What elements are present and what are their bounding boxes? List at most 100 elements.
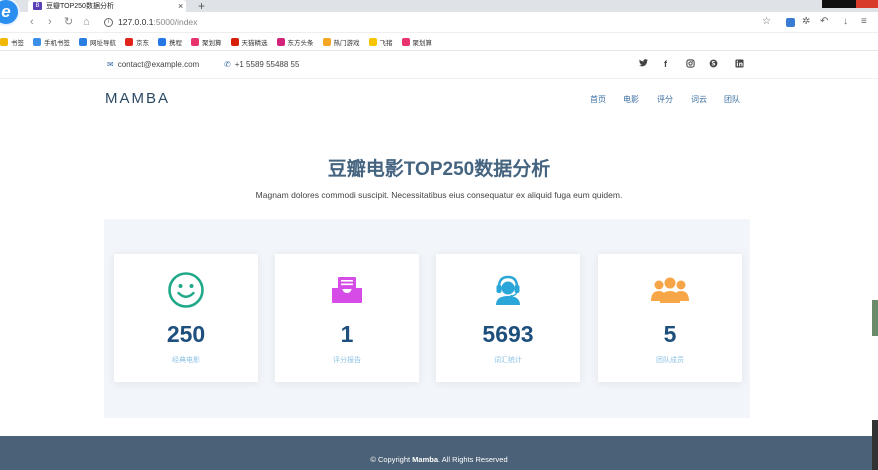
- bookmark-label: 手机书签: [44, 39, 70, 47]
- download-icon[interactable]: ↓: [843, 16, 848, 28]
- tab-close-icon[interactable]: ×: [178, 1, 183, 11]
- scrollbar-thumb[interactable]: [872, 300, 878, 336]
- home-icon[interactable]: ⌂: [83, 16, 90, 28]
- stat-label[interactable]: 评分报告: [275, 355, 419, 365]
- tab-title: 豆瓣TOP250数据分析: [46, 3, 114, 10]
- bookmark-icon: [33, 37, 41, 46]
- bookmark-icon: [158, 37, 166, 46]
- site-logo[interactable]: MAMBA: [105, 90, 170, 107]
- footer: © Copyright Mamba. All Rights Reserved: [0, 436, 878, 470]
- stat-number: 5: [663, 321, 677, 347]
- undo-icon[interactable]: ↶: [820, 16, 828, 28]
- window-close-button[interactable]: [856, 0, 878, 8]
- stat-label[interactable]: 团队成员: [598, 355, 742, 365]
- site-info-icon[interactable]: i: [104, 18, 113, 27]
- linkedin-icon[interactable]: [735, 59, 744, 70]
- nav-movies[interactable]: 电影: [623, 94, 639, 105]
- puzzle-icon[interactable]: ✲: [802, 16, 810, 28]
- facebook-icon[interactable]: f: [664, 59, 667, 69]
- tab-favicon: B: [33, 2, 42, 10]
- url-host: 127.0.0.1: [118, 17, 154, 27]
- bookmark-label: 京东: [136, 39, 149, 47]
- stat-card-reports: 1 评分报告: [275, 254, 419, 382]
- bookmark-icon: [401, 37, 410, 46]
- twitter-icon[interactable]: [639, 59, 648, 69]
- bookmarks-bar: 书签 手机书签 网址导航 京东 携程 聚划算 天猫精选 东方头条 热门游戏 飞猪 聚划算: [0, 33, 878, 51]
- stat-number: 1: [340, 321, 354, 347]
- stat-number: 250: [166, 321, 206, 347]
- bookmark-label: 热门游戏: [333, 39, 360, 47]
- stat-card-team: 5 团队成员: [598, 254, 742, 382]
- bookmark-label: 聚划算: [202, 39, 222, 47]
- top-bar: ✉ contact@example.com ✆ +1 5589 55488 55…: [0, 51, 878, 79]
- bookmark-item[interactable]: 东方头条: [276, 37, 314, 47]
- bookmark-label: 携程: [169, 39, 182, 47]
- bookmark-icon: [125, 37, 133, 46]
- bookmark-item[interactable]: 京东: [125, 37, 149, 47]
- bookmark-label: 飞猪: [379, 39, 393, 47]
- section-title: 豆瓣电影TOP250数据分析: [327, 159, 551, 180]
- browser-tab[interactable]: B 豆瓣TOP250数据分析 ×: [28, 0, 186, 12]
- bookmark-item[interactable]: 天猫精选: [230, 37, 268, 47]
- url-field[interactable]: 127.0.0.1:5000/index: [118, 17, 197, 27]
- envelope-icon: ✉: [107, 60, 114, 69]
- bookmark-icon: [322, 37, 331, 46]
- bookmark-item[interactable]: 热门游戏: [322, 37, 360, 47]
- address-bar: ‹ › ↻ ⌂ i 127.0.0.1:5000/index ☆ ✲ ↶ ↓ ≡: [0, 12, 878, 33]
- skype-icon[interactable]: S: [709, 59, 718, 70]
- instagram-icon[interactable]: [686, 59, 695, 70]
- site-header: MAMBA 首页 电影 评分 词云 团队: [0, 80, 878, 120]
- menu-icon[interactable]: ≡: [861, 16, 867, 28]
- stat-label[interactable]: 词汇统计: [436, 355, 580, 365]
- nav-home[interactable]: 首页: [590, 94, 606, 105]
- bookmark-item[interactable]: 聚划算: [191, 37, 222, 47]
- nav-wordcloud[interactable]: 词云: [691, 94, 707, 105]
- copyright: © Copyright Mamba. All Rights Reserved: [0, 455, 878, 464]
- copyright-brand: Mamba: [412, 455, 438, 464]
- url-path: :5000/index: [153, 17, 198, 27]
- team-icon: [598, 270, 742, 310]
- bookmark-icon: [79, 37, 87, 46]
- copyright-prefix: © Copyright: [370, 455, 413, 464]
- stat-label[interactable]: 经典电影: [114, 355, 258, 365]
- bookmark-item[interactable]: 网址导航: [79, 37, 116, 47]
- bookmark-star-icon[interactable]: ☆: [762, 16, 771, 28]
- extension-icon[interactable]: [786, 18, 795, 27]
- copyright-suffix: . All Rights Reserved: [438, 455, 508, 464]
- bookmark-icon: [230, 37, 239, 46]
- bookmark-label: 书签: [11, 39, 24, 47]
- stat-card-words: 5693 词汇统计: [436, 254, 580, 382]
- bookmark-label: 网址导航: [90, 39, 116, 47]
- inbox-icon: [275, 270, 419, 310]
- bookmark-item[interactable]: 聚划算: [401, 37, 433, 47]
- smiley-icon: [114, 270, 258, 310]
- bookmark-icon: [0, 37, 8, 46]
- section-subtitle: Magnam dolores commodi suscipit. Necessi…: [255, 190, 623, 200]
- bookmark-item[interactable]: 手机书签: [33, 37, 70, 47]
- bookmark-item[interactable]: 书签: [0, 37, 24, 47]
- browser-tab-strip: B 豆瓣TOP250数据分析 × +: [0, 0, 878, 13]
- bookmark-icon: [276, 37, 285, 46]
- svg-text:S: S: [711, 61, 715, 67]
- nav-ratings[interactable]: 评分: [657, 94, 673, 105]
- window-controls: [822, 0, 856, 8]
- bookmark-label: 东方头条: [287, 39, 314, 47]
- scrollbar-track[interactable]: [872, 420, 878, 470]
- phone-text: +1 5589 55488 55: [234, 60, 300, 69]
- phone-icon: ✆: [224, 60, 231, 69]
- bookmark-item[interactable]: 携程: [158, 37, 182, 47]
- contact-phone[interactable]: ✆ +1 5589 55488 55: [224, 60, 299, 69]
- contact-email[interactable]: ✉ contact@example.com: [107, 60, 199, 69]
- nav-team[interactable]: 团队: [724, 94, 740, 105]
- bookmark-label: 聚划算: [412, 39, 433, 47]
- bookmark-icon: [368, 37, 377, 46]
- stat-number: 5693: [482, 321, 534, 347]
- stat-card-movies: 250 经典电影: [114, 254, 258, 382]
- forward-icon[interactable]: ›: [48, 16, 52, 28]
- bookmark-label: 天猫精选: [241, 39, 268, 47]
- support-agent-icon: [436, 270, 580, 310]
- reload-icon[interactable]: ↻: [64, 16, 73, 28]
- bookmark-icon: [191, 37, 199, 46]
- back-icon[interactable]: ‹: [30, 16, 34, 28]
- bookmark-item[interactable]: 飞猪: [368, 37, 393, 47]
